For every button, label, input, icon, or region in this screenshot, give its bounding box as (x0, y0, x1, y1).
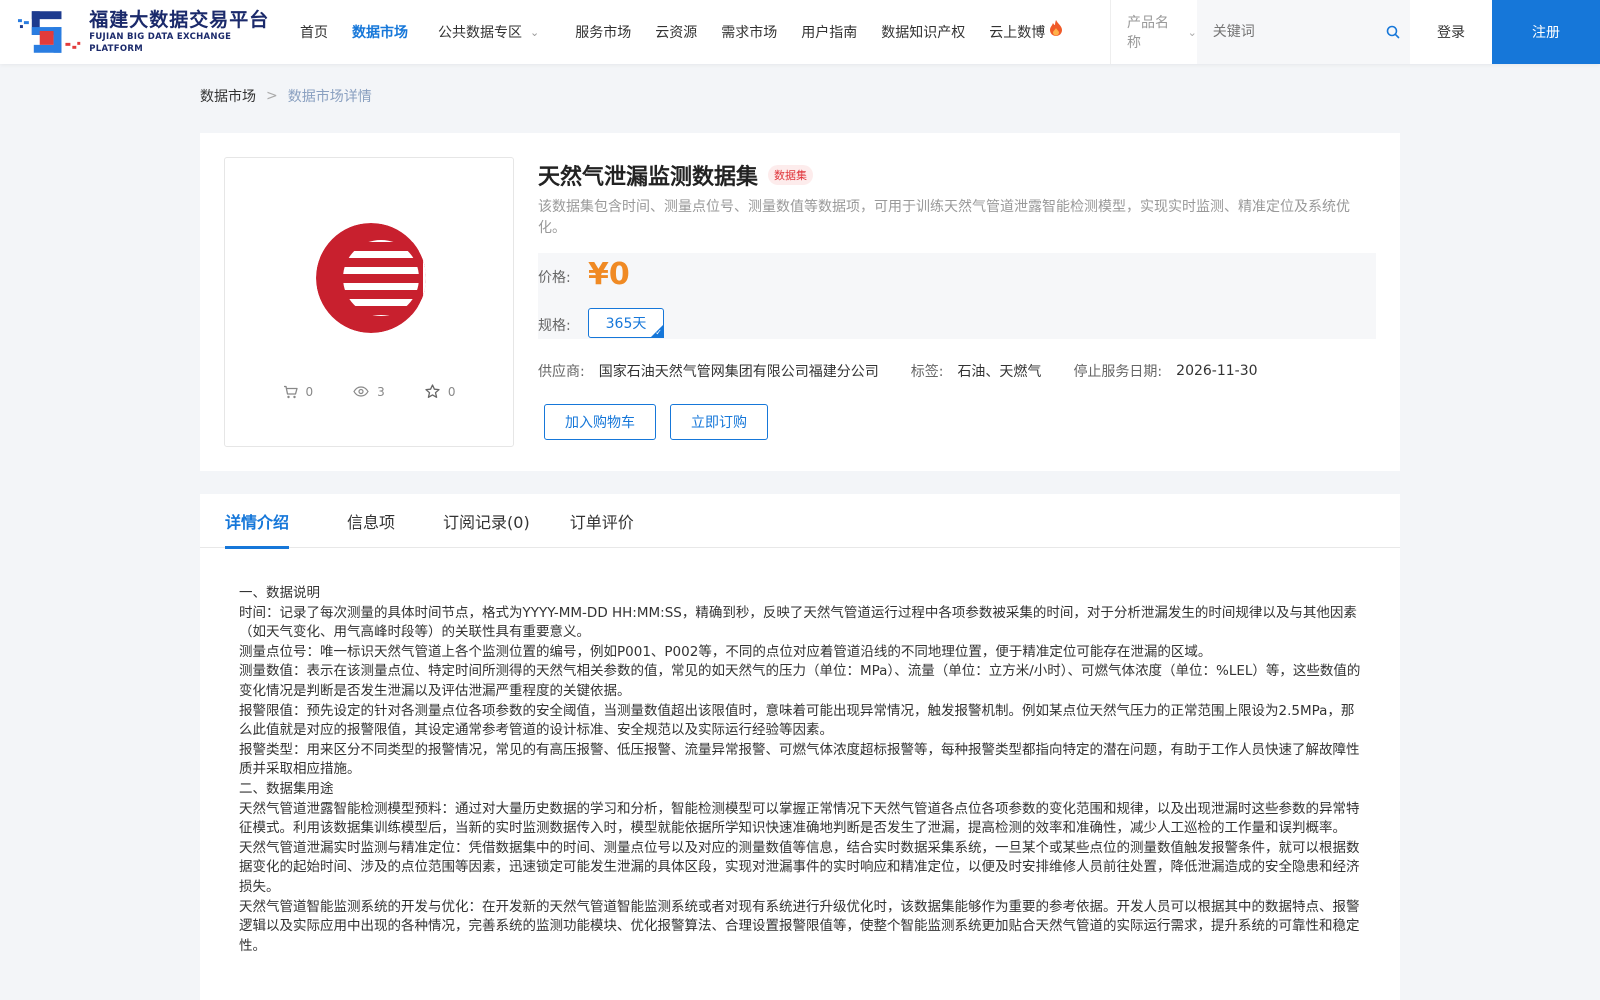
detail-paragraph: 天然气管道智能监测系统的开发与优化：在开发新的天然气管道智能监测系统或者对现有系… (239, 898, 1360, 954)
type-badge: 数据集 (768, 165, 814, 185)
chevron-down-icon: ⌄ (1187, 25, 1197, 39)
nav-home-label: 首页 (300, 25, 328, 41)
tab-details[interactable]: 详情介绍 (225, 494, 290, 549)
stop-date-label: 停止服务日期: (1073, 364, 1163, 380)
search-bar: 产品名称 ⌄ (1110, 0, 1410, 64)
view-count-value: 3 (377, 384, 385, 399)
nav-public-data-label: 公共数据专区 (438, 25, 522, 41)
price-box: 价格: ¥0 规格: 365天 ✓ (538, 253, 1376, 339)
pipechina-logo-icon (316, 223, 426, 333)
nav-demand-market[interactable]: 需求市场 (721, 0, 777, 64)
product-stats: 0 3 0 (225, 384, 513, 399)
top-header: 福建大数据交易平台 FUJIAN BIG DATA EXCHANGE PLATF… (0, 0, 1600, 64)
product-description: 该数据集包含时间、测量点位号、测量数值等数据项，可用于训练天然气管道泄露智能检测… (538, 199, 1350, 236)
cart-count-value: 0 (305, 384, 314, 399)
site-logo[interactable]: 福建大数据交易平台 FUJIAN BIG DATA EXCHANGE PLATF… (16, 8, 286, 56)
cart-icon (283, 385, 298, 398)
nav-demand-market-label: 需求市场 (721, 25, 778, 41)
detail-paragraph: 时间：记录了每次测量的具体时间节点，格式为YYYY-MM-DD HH:MM:SS… (239, 604, 1357, 641)
logo-en: FUJIAN BIG DATA EXCHANGE PLATFORM (89, 32, 232, 54)
nav-public-data[interactable]: 公共数据专区 ⌄ (438, 0, 539, 64)
nav-cloud-expo-label: 云上数博 (989, 25, 1046, 41)
detail-paragraph: 天然气管道泄漏实时监测与精准定位：凭借数据集中的时间、测量点位号以及对应的测量数… (239, 839, 1360, 895)
spec-option-365[interactable]: 365天 ✓ (588, 308, 664, 338)
detail-paragraph: 测量数值：表示在该测量点位、特定时间所测得的天然气相关参数的值，常见的如天然气的… (239, 663, 1361, 699)
tab-order-reviews[interactable]: 订单评价 (570, 494, 634, 548)
detail-paragraph: 天然气管道泄露智能检测模型预料：通过对大量历史数据的学习和分析，智能检测模型可以… (239, 800, 1360, 837)
search-input[interactable] (1196, 0, 1377, 64)
spec-option-label: 365天 (605, 316, 647, 332)
supplier-label: 供应商: (538, 364, 585, 380)
add-to-cart-button[interactable]: 加入购物车 (544, 404, 656, 440)
breadcrumb-data-market[interactable]: 数据市场 (200, 86, 256, 106)
nav-cloud-resources-label: 云资源 (655, 25, 698, 41)
search-category-select[interactable]: 产品名称 ⌄ (1111, 0, 1197, 64)
spec-label: 规格: (538, 318, 571, 334)
product-info: 天然气泄漏监测数据集 数据集 该数据集包含时间、测量点位号、测量数值等数据项，可… (538, 157, 1376, 440)
product-card: 0 3 0 天然气泄漏监测数据集 数据集 该数据集包含时间、测量点位号、测量数值… (200, 133, 1400, 471)
tab-subscription-records[interactable]: 订阅记录(0) (443, 494, 530, 548)
logo-cn: 福建大数据交易平台 (89, 9, 270, 31)
product-actions: 加入购物车 立即订购 (538, 404, 1376, 440)
logo-text: 福建大数据交易平台 FUJIAN BIG DATA EXCHANGE PLATF… (89, 9, 286, 55)
supplier-value: 国家石油天然气管网集团有限公司福建分公司 (598, 364, 879, 380)
product-thumbnail: 0 3 0 (224, 157, 514, 447)
nav-service-market-label: 服务市场 (575, 25, 632, 41)
star-icon (425, 384, 440, 398)
detail-paragraph: 测量点位号：唯一标识天然气管道上各个监测位置的编号，例如P001、P002等，不… (239, 643, 1212, 660)
tags-label: 标签: (910, 364, 944, 380)
favorite-count-value: 0 (447, 384, 456, 399)
buy-now-button[interactable]: 立即订购 (670, 404, 768, 440)
view-count: 3 (353, 384, 385, 399)
eye-icon (353, 386, 369, 397)
search-icon (1387, 25, 1400, 39)
nav-data-market-label: 数据市场 (352, 25, 408, 41)
cart-count: 0 (283, 384, 314, 399)
nav-data-market[interactable]: 数据市场 (352, 0, 408, 64)
breadcrumb-separator: > (266, 88, 278, 104)
detail-content: 一、数据说明 时间：记录了每次测量的具体时间节点，格式为YYYY-MM-DD H… (239, 584, 1361, 956)
price-label: 价格: (538, 270, 571, 286)
fire-icon (1050, 20, 1063, 36)
product-title: 天然气泄漏监测数据集 (538, 165, 759, 190)
nav-data-ip[interactable]: 数据知识产权 (881, 0, 965, 64)
tab-info-items[interactable]: 信息项 (347, 494, 395, 548)
logo-mark-icon (17, 11, 81, 53)
nav-service-market[interactable]: 服务市场 (575, 0, 631, 64)
login-button[interactable]: 登录 (1410, 0, 1492, 64)
product-meta: 供应商: 国家石油天然气管网集团有限公司福建分公司 标签: 石油、天燃气 停止服… (538, 361, 1376, 381)
nav-user-guide[interactable]: 用户指南 (801, 0, 857, 64)
detail-tabs: 详情介绍 信息项 订阅记录(0) 订单评价 (200, 494, 1400, 549)
nav-cloud-expo[interactable]: 云上数博 (989, 0, 1063, 64)
search-category-label: 产品名称 (1127, 15, 1169, 51)
stop-date-value: 2026-11-30 (1176, 363, 1258, 379)
nav-cloud-resources[interactable]: 云资源 (655, 0, 697, 64)
title-row: 天然气泄漏监测数据集 数据集 (538, 157, 1376, 193)
breadcrumb: 数据市场 > 数据市场详情 (200, 86, 372, 106)
chevron-down-icon: ⌄ (530, 25, 540, 39)
price-value: ¥0 (588, 257, 630, 292)
register-button[interactable]: 注册 (1492, 0, 1600, 64)
tags-value: 石油、天燃气 (957, 364, 1042, 380)
detail-heading-1: 一、数据说明 (239, 585, 320, 601)
nav-user-guide-label: 用户指南 (801, 25, 858, 41)
breadcrumb-current: 数据市场详情 (287, 89, 372, 105)
nav-data-ip-label: 数据知识产权 (881, 25, 966, 41)
check-icon: ✓ (655, 328, 662, 337)
detail-heading-2: 二、数据集用途 (239, 780, 334, 797)
nav-home[interactable]: 首页 (300, 0, 328, 64)
main-nav: 首页 数据市场 公共数据专区 ⌄ 服务市场 云资源 需求市场 用户指南 数据知识产… (300, 0, 1087, 64)
detail-section: 详情介绍 信息项 订阅记录(0) 订单评价 一、数据说明 时间：记录了每次测量的… (200, 494, 1400, 1000)
favorite-count[interactable]: 0 (425, 384, 456, 399)
search-button[interactable] (1376, 0, 1410, 64)
detail-paragraph: 报警类型：用来区分不同类型的报警情况，常见的有高压报警、低压报警、流量异常报警、… (239, 741, 1360, 778)
detail-paragraph: 报警限值：预先设定的针对各测量点位各项参数的安全阈值，当测量数值超出该限值时，意… (239, 702, 1355, 739)
